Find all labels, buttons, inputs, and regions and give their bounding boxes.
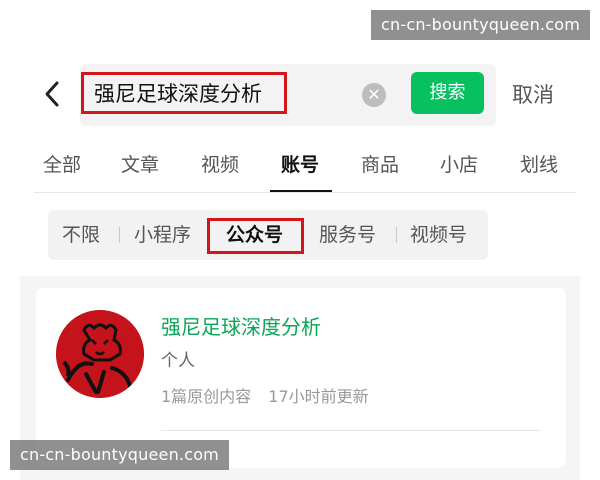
search-field[interactable]: 强尼足球深度分析 ✕ 搜索 <box>80 64 496 126</box>
tab-highlights[interactable]: 划线 <box>520 150 558 180</box>
avatar <box>56 310 144 398</box>
back-button[interactable] <box>40 80 66 108</box>
account-name[interactable]: 强尼足球深度分析 <box>161 312 321 342</box>
watermark: cn-cn-bountyqueen.com <box>10 440 229 470</box>
filter-mini-program[interactable]: 小程序 <box>134 220 191 250</box>
account-meta: 1篇原创内容 17小时前更新 <box>161 384 381 410</box>
chevron-left-icon <box>45 81 59 107</box>
cancel-button[interactable]: 取消 <box>512 80 554 110</box>
tab-shops[interactable]: 小店 <box>440 150 478 180</box>
tab-articles[interactable]: 文章 <box>121 150 159 180</box>
card-divider <box>161 430 541 431</box>
search-header: 强尼足球深度分析 ✕ 搜索 取消 <box>0 64 600 126</box>
last-updated: 17小时前更新 <box>268 387 369 406</box>
original-count: 1篇原创内容 <box>161 387 252 406</box>
account-type: 个人 <box>161 351 195 371</box>
search-button[interactable]: 搜索 <box>411 72 484 114</box>
filter-official-account[interactable]: 公众号 <box>226 220 283 250</box>
tab-videos[interactable]: 视频 <box>201 150 239 180</box>
filter-separator <box>396 227 397 243</box>
tab-all[interactable]: 全部 <box>43 150 81 180</box>
filter-any[interactable]: 不限 <box>62 220 100 250</box>
filter-service-account[interactable]: 服务号 <box>319 220 376 250</box>
search-input[interactable]: 强尼足球深度分析 <box>94 78 262 108</box>
filter-separator <box>119 227 120 243</box>
tiger-logo-icon <box>56 310 144 398</box>
tab-products[interactable]: 商品 <box>361 150 399 180</box>
filter-video-account[interactable]: 视频号 <box>410 220 467 250</box>
tabs-divider <box>34 192 576 193</box>
watermark: cn-cn-bountyqueen.com <box>371 10 590 40</box>
category-tabs: 全部 文章 视频 账号 商品 小店 划线 <box>0 142 600 193</box>
account-type-filter: 不限 小程序 公众号 服务号 视频号 <box>48 210 488 260</box>
search-query-highlight: 强尼足球深度分析 <box>81 72 287 114</box>
tab-accounts[interactable]: 账号 <box>281 150 319 180</box>
clear-icon[interactable]: ✕ <box>362 83 386 107</box>
